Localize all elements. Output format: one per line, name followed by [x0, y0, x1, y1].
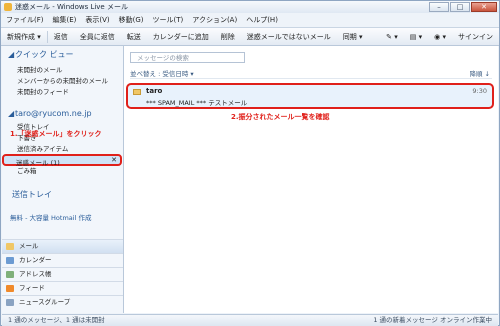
app-icon: [4, 3, 12, 11]
empty-junk-icon[interactable]: ✕: [111, 156, 117, 164]
window-title: 迷惑メール - Windows Live メール: [15, 3, 128, 11]
sort-bar: 並べ替え : 受信日時 ▾ 降順 ↓: [130, 68, 492, 79]
contacts-icon: [6, 271, 14, 278]
nav-newsgroups[interactable]: ニュースグループ: [2, 295, 123, 309]
newsgroup-icon: [6, 299, 14, 306]
nav-contacts[interactable]: アドレス帳: [2, 267, 123, 281]
calendar-icon: [6, 257, 14, 264]
quick-view-header[interactable]: ◢クイック ビュー: [4, 49, 74, 60]
quick-item-unread-contacts[interactable]: メンバーからの未開封のメール: [2, 76, 123, 87]
app-window: 迷惑メール - Windows Live メール – □ ✕ ファイル(F) 編…: [0, 0, 500, 326]
quick-item-unread-feeds[interactable]: 未開封のフィード: [2, 87, 123, 98]
quick-item-unread[interactable]: 未開封のメール: [2, 65, 123, 76]
quick-view-list: 未開封のメール メンバーからの未開封のメール 未開封のフィード: [2, 65, 123, 98]
feed-icon: [6, 285, 14, 292]
title-bar: 迷惑メール - Windows Live メール – □ ✕: [1, 1, 499, 13]
nav-contacts-label: アドレス帳: [19, 270, 52, 278]
reply-button[interactable]: 返信: [48, 30, 74, 44]
nav-mail[interactable]: メール: [2, 239, 123, 253]
status-right: 1 通の新着メッセージ オンライン作業中: [373, 316, 492, 324]
nav-calendar[interactable]: カレンダー: [2, 253, 123, 267]
account-header[interactable]: ◢taro@ryucom.ne.jp: [4, 109, 92, 118]
nav-feeds[interactable]: フィード: [2, 281, 123, 295]
menu-view[interactable]: 表示(V): [80, 14, 113, 25]
close-icon[interactable]: ✕: [471, 2, 497, 12]
message-row[interactable]: taro *** SPAM_MAIL *** テストメール 9:30: [126, 83, 494, 109]
signin-link[interactable]: サインイン: [452, 30, 499, 44]
menu-file[interactable]: ファイル(F): [1, 14, 48, 25]
maximize-icon[interactable]: □: [450, 2, 470, 12]
new-button[interactable]: 新規作成 ▾: [1, 30, 47, 44]
nav-buttons: メール カレンダー アドレス帳 フィード ニュースグループ: [2, 239, 123, 309]
minimize-icon[interactable]: –: [429, 2, 449, 12]
envelope-icon: [133, 89, 141, 95]
menu-actions[interactable]: アクション(A): [187, 14, 241, 25]
menu-help[interactable]: ヘルプ(H): [241, 14, 282, 25]
status-left: 1 通のメッセージ、1 通は未開封: [8, 316, 105, 324]
menu-bar: ファイル(F) 編集(E) 表示(V) 移動(G) ツール(T) アクション(A…: [1, 14, 499, 25]
toolbar-right: ✎ ▾ ▤ ▾ ◉ ▾ サインイン: [380, 30, 499, 44]
menu-icon[interactable]: ▤ ▾: [404, 30, 428, 44]
sync-button[interactable]: 同期 ▾: [337, 30, 369, 44]
nav-mail-label: メール: [19, 242, 39, 250]
message-subject: *** SPAM_MAIL *** テストメール: [146, 99, 248, 107]
folder-junk[interactable]: 迷惑メール (1) ✕: [2, 154, 122, 167]
forward-button[interactable]: 転送: [121, 30, 147, 44]
folder-outbox[interactable]: 送信トレイ: [8, 189, 52, 200]
toolbar: 新規作成 ▾ 返信 全員に返信 転送 カレンダーに追加 削除 迷惑メールではない…: [1, 27, 499, 46]
collapse-icon: ◢: [8, 50, 15, 59]
nav-feeds-label: フィード: [19, 284, 45, 292]
sort-dropdown[interactable]: 並べ替え : 受信日時 ▾: [130, 70, 194, 78]
not-junk-button[interactable]: 迷惑メールではないメール: [241, 30, 337, 44]
search-input[interactable]: メッセージの検索: [130, 52, 245, 63]
help-icon[interactable]: ◉ ▾: [428, 30, 452, 44]
window-controls: – □ ✕: [429, 2, 497, 12]
nav-calendar-label: カレンダー: [19, 256, 52, 264]
nav-newsgroups-label: ニュースグループ: [19, 298, 71, 306]
pen-icon[interactable]: ✎ ▾: [380, 30, 404, 44]
collapse-icon: ◢: [8, 109, 15, 118]
menu-go[interactable]: 移動(G): [114, 14, 148, 25]
message-time: 9:30: [472, 87, 487, 95]
quick-view-label: クイック ビュー: [15, 50, 74, 59]
annotation-step2: 2.振分されたメール一覧を確認: [231, 113, 330, 121]
sidebar: ◢クイック ビュー 未開封のメール メンバーからの未開封のメール 未開封のフィー…: [2, 46, 124, 313]
sort-order-toggle[interactable]: 降順 ↓: [469, 68, 490, 78]
account-label: taro@ryucom.ne.jp: [15, 109, 92, 118]
message-from: taro: [146, 87, 163, 95]
reply-all-button[interactable]: 全員に返信: [74, 30, 121, 44]
annotation-step1: 1.「迷惑メール」をクリック: [10, 130, 102, 138]
folder-trash[interactable]: ごみ箱: [2, 166, 37, 177]
hotmail-link[interactable]: 無料 - 大容量 Hotmail 作成: [10, 212, 91, 222]
message-list-pane: メッセージの検索 並べ替え : 受信日時 ▾ 降順 ↓ taro *** SPA…: [124, 46, 498, 313]
status-bar: 1 通のメッセージ、1 通は未開封 1 通の新着メッセージ オンライン作業中: [2, 314, 498, 326]
add-to-calendar-button[interactable]: カレンダーに追加: [147, 30, 215, 44]
mail-icon: [6, 243, 14, 250]
delete-button[interactable]: 削除: [215, 30, 241, 44]
menu-tools[interactable]: ツール(T): [148, 14, 188, 25]
menu-edit[interactable]: 編集(E): [48, 14, 81, 25]
